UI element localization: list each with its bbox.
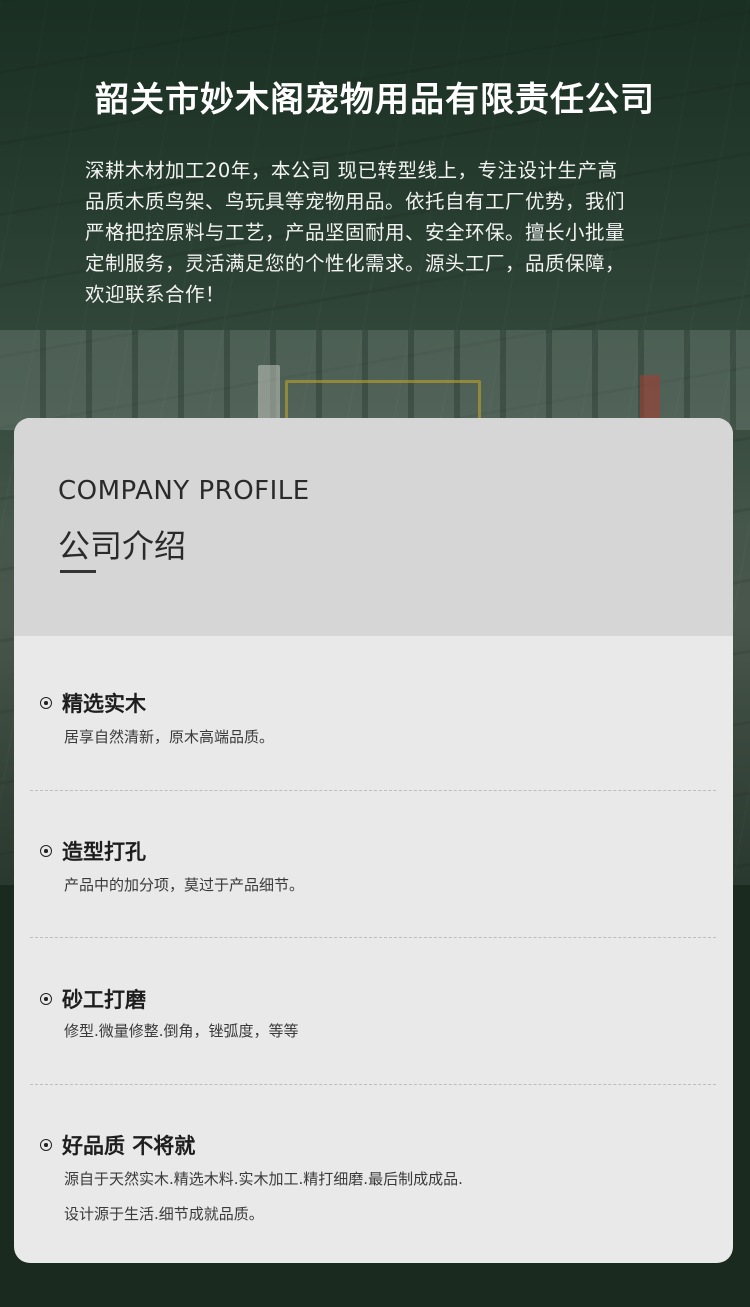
feature-title: 砂工打磨	[62, 988, 146, 1012]
feature-desc: 产品中的加分项，莫过于产品细节。	[64, 876, 305, 894]
feature-desc: 设计源于生活.细节成就品质。	[64, 1205, 264, 1223]
yellow-machine	[285, 380, 481, 423]
white-machine	[258, 365, 280, 420]
profile-card: COMPANY PROFILE 公司介绍 精选实木 居享自然清新，原木高端品质。…	[14, 418, 733, 1263]
intro-line: 欢迎联系合作！	[85, 283, 226, 306]
circle-dot-icon	[40, 697, 52, 709]
circle-dot-icon	[40, 845, 52, 857]
intro-line: 深耕木材加工20年，本公司 现已转型线上，专注设计生产高	[85, 159, 618, 182]
feature-title: 造型打孔	[62, 840, 146, 864]
profile-card-header: COMPANY PROFILE 公司介绍	[14, 418, 733, 636]
profile-title-en: COMPANY PROFILE	[58, 476, 310, 506]
feature-title: 好品质 不将就	[62, 1134, 196, 1158]
feature-desc: 修型.微量修整.倒角，锉弧度，等等	[64, 1022, 299, 1040]
company-name: 韶关市妙木阁宠物用品有限责任公司	[95, 80, 655, 120]
intro-line: 严格把控原料与工艺，产品坚固耐用、安全环保。擅长小批量	[85, 221, 626, 244]
circle-dot-icon	[40, 1139, 52, 1151]
dashed-divider	[30, 790, 716, 791]
dashed-divider	[30, 937, 716, 938]
intro-line: 品质木质鸟架、鸟玩具等宠物用品。依托自有工厂优势，我们	[85, 190, 626, 213]
company-intro: 深耕木材加工20年，本公司 现已转型线上，专注设计生产高 品质木质鸟架、鸟玩具等…	[85, 155, 675, 310]
intro-line: 定制服务，灵活满足您的个性化需求。源头工厂，品质保障，	[85, 252, 626, 275]
dashed-divider	[30, 1084, 716, 1085]
circle-dot-icon	[40, 993, 52, 1005]
feature-desc: 源自于天然实木.精选木料.实木加工.精打细磨.最后制成成品.	[64, 1170, 463, 1188]
red-machine	[640, 375, 660, 420]
feature-desc: 居享自然清新，原木高端品质。	[64, 728, 275, 746]
profile-title-cn: 公司介绍	[58, 527, 187, 565]
feature-title: 精选实木	[62, 692, 146, 716]
title-underline	[60, 570, 96, 573]
